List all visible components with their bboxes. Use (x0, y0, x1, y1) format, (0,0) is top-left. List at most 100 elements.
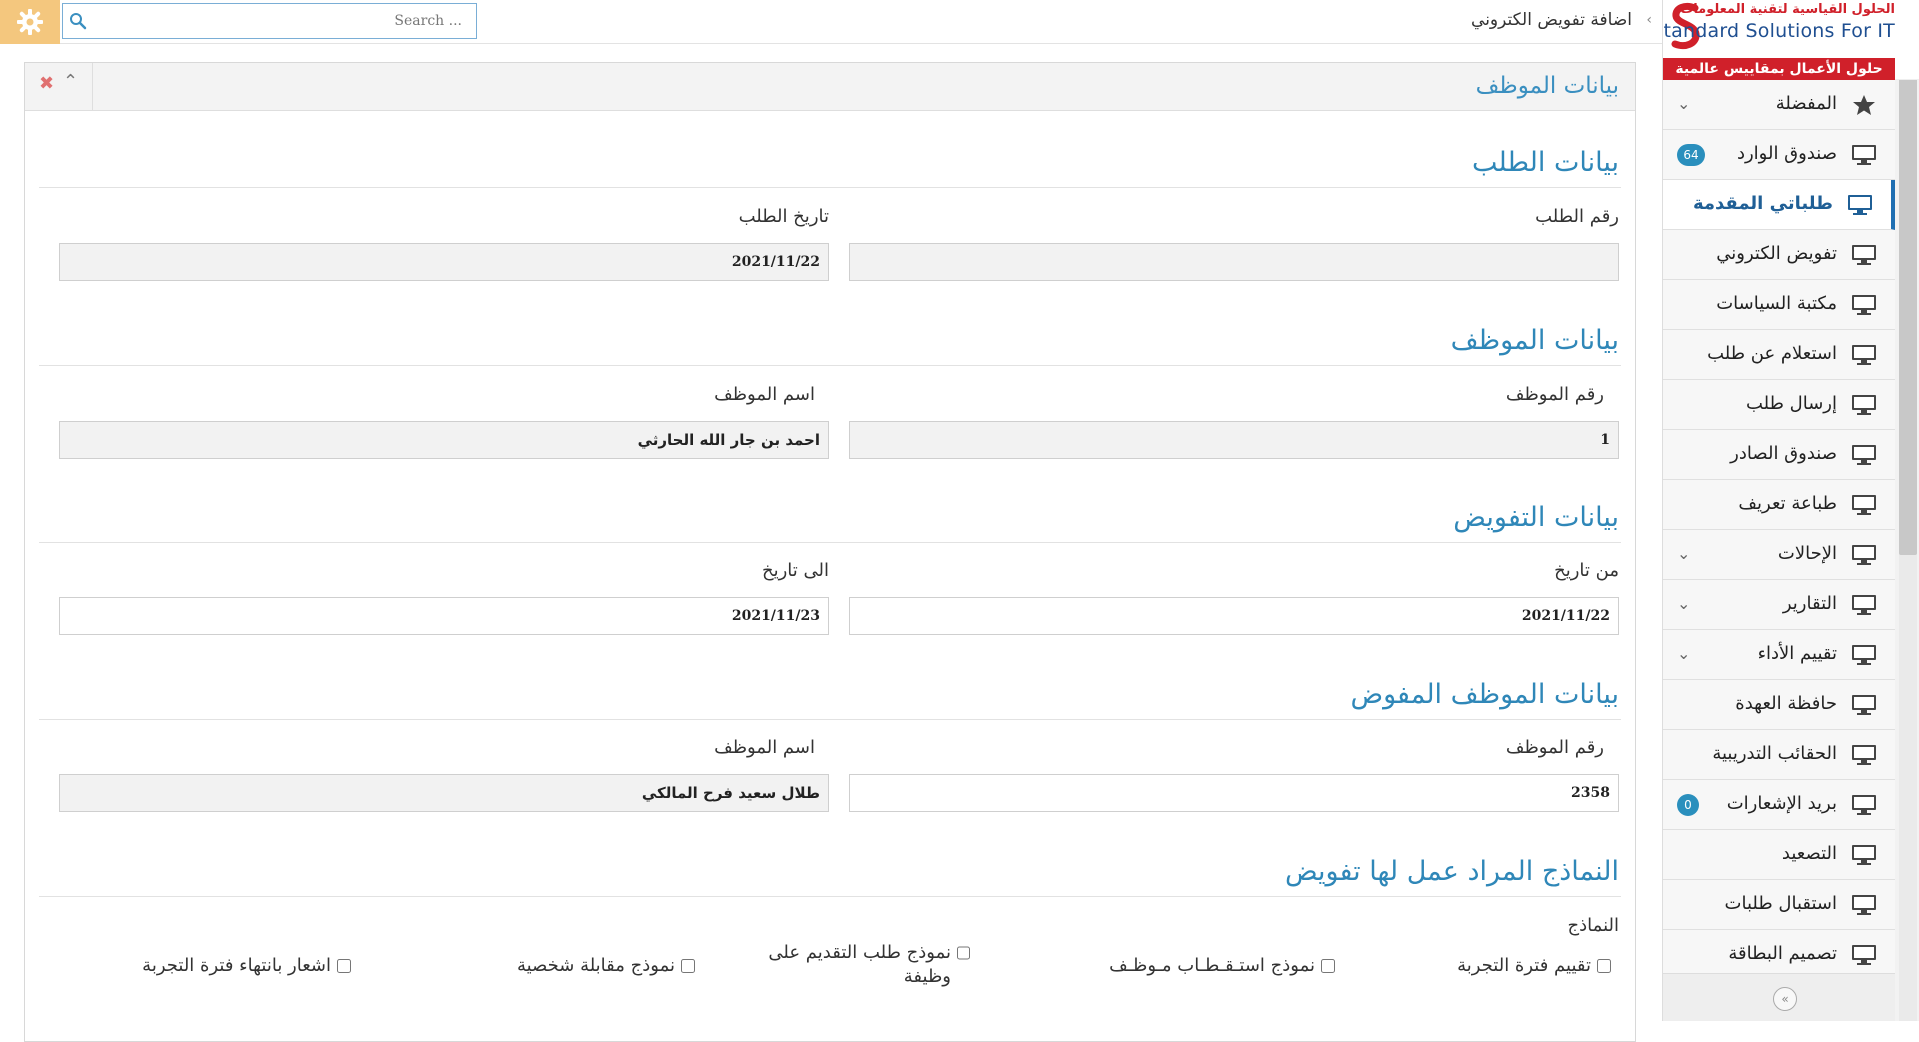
sidebar-item-label: الحقائب التدريبية (1712, 743, 1837, 764)
from-date-label: من تاريخ (1554, 560, 1619, 581)
sidebar-item-my-requests[interactable]: طلباتي المقدمة (1663, 180, 1895, 230)
star-icon (1853, 95, 1875, 115)
monitor-icon (1852, 945, 1876, 965)
panel-tools: ✖ ⌃ (25, 63, 93, 111)
monitor-icon (1852, 395, 1876, 415)
sidebar-item-label: التقارير (1782, 593, 1837, 614)
request-no-label: رقم الطلب (1535, 206, 1619, 227)
chevron-down-icon[interactable]: ⌄ (1677, 544, 1690, 563)
section-divider (39, 187, 1621, 188)
form-checkbox-probation-evaluation[interactable]: تقييم فترة التجربة (1457, 954, 1611, 978)
sidebar-item-label: بريد الإشعارات (1726, 793, 1837, 814)
employee-name-label: اسم الموظف (714, 384, 815, 405)
section-divider (39, 719, 1621, 720)
sidebar-item-label: تصميم البطاقة (1728, 943, 1837, 964)
checkbox[interactable] (957, 946, 970, 960)
sidebar-item-label: تفويض الكتروني (1716, 243, 1837, 264)
sidebar-item-training[interactable]: الحقائب التدريبية (1663, 730, 1895, 780)
sidebar-item-label: استعلام عن طلب (1707, 343, 1837, 364)
count-badge: 0 (1677, 794, 1699, 816)
request-no-field[interactable] (849, 243, 1619, 281)
section-divider (39, 542, 1621, 543)
sidebar-item-e-delegation[interactable]: تفويض الكتروني (1663, 230, 1895, 280)
sidebar-item-print-certificate[interactable]: طباعة تعريف (1663, 480, 1895, 530)
sidebar-item-referrals[interactable]: الإحالات ⌄ (1663, 530, 1895, 580)
form-checkbox-probation-end-notice[interactable]: اشعار بانتهاء فترة التجربة (142, 954, 351, 978)
sidebar-footer: « (1663, 973, 1895, 1021)
search-input[interactable] (93, 4, 468, 38)
sidebar-item-notifications[interactable]: بريد الإشعارات 0 (1663, 780, 1895, 830)
sidebar-item-performance[interactable]: تقييم الأداء ⌄ (1663, 630, 1895, 680)
checkbox[interactable] (1321, 959, 1335, 973)
employee-no-field[interactable] (849, 421, 1619, 459)
close-icon[interactable]: ✖ (39, 73, 54, 94)
checkbox[interactable] (681, 959, 695, 973)
section-title-request: بيانات الطلب (1472, 147, 1619, 178)
monitor-icon (1852, 845, 1876, 865)
sidebar-item-inbox[interactable]: صندوق الوارد 64 (1663, 130, 1895, 180)
checkbox[interactable] (337, 959, 351, 973)
collapse-sidebar-icon[interactable]: « (1773, 987, 1797, 1011)
sidebar-item-send-request[interactable]: إرسال طلب (1663, 380, 1895, 430)
panel-title: بيانات الموظف (1475, 73, 1619, 99)
checkbox-label: تقييم فترة التجربة (1457, 955, 1591, 976)
section-title-forms: النماذج المراد عمل لها تفويض (1284, 856, 1619, 887)
monitor-icon (1852, 595, 1876, 615)
checkbox[interactable] (1597, 959, 1611, 973)
checkbox-label: نموذج استـقـطـاب مـوظـف (1109, 955, 1315, 976)
forms-label: النماذج (1567, 915, 1619, 936)
sidebar-item-outbox[interactable]: صندوق الصادر (1663, 430, 1895, 480)
sidebar-item-receive-requests[interactable]: استقبال طلبات (1663, 880, 1895, 930)
employee-panel: بيانات الموظف ✖ ⌃ بيانات الطلب رقم الطلب… (24, 62, 1636, 1042)
chevron-down-icon[interactable]: ⌄ (1677, 94, 1690, 113)
monitor-icon (1852, 745, 1876, 765)
panel-header: بيانات الموظف ✖ ⌃ (25, 63, 1635, 111)
sidebar-item-label: صندوق الوارد (1736, 143, 1837, 164)
form-checkbox-recruitment[interactable]: نموذج استـقـطـاب مـوظـف (1109, 954, 1335, 978)
request-date-field[interactable] (59, 243, 829, 281)
sidebar-item-label: حافظة العهدة (1735, 693, 1837, 714)
chevron-up-icon[interactable]: ⌃ (63, 71, 78, 92)
sidebar-nav: المفضلة ⌄ صندوق الوارد 64 طلباتي المقدمة… (1663, 80, 1895, 980)
form-checkbox-job-application[interactable]: نموذج طلب التقديم على وظيفة (750, 941, 970, 989)
sidebar-item-escalation[interactable]: التصعيد (1663, 830, 1895, 880)
brand-english-name: Standard Solutions For IT (1662, 20, 1895, 42)
sidebar-item-favorites[interactable]: المفضلة ⌄ (1663, 80, 1895, 130)
search-icon[interactable] (69, 12, 87, 30)
search-box (62, 3, 477, 39)
from-date-field[interactable] (849, 597, 1619, 635)
sidebar-item-label: صندوق الصادر (1730, 443, 1837, 464)
monitor-icon (1852, 295, 1876, 315)
delegate-no-field[interactable] (849, 774, 1619, 812)
sidebar-item-label: المفضلة (1775, 93, 1837, 114)
form-checkbox-interview[interactable]: نموذج مقابلة شخصية (517, 954, 695, 978)
sidebar: الحلول القياسية لتقنية المعلومات Standar… (1662, 0, 1919, 1021)
sidebar-item-request-inquiry[interactable]: استعلام عن طلب (1663, 330, 1895, 380)
monitor-icon (1852, 795, 1876, 815)
brand-logo[interactable]: الحلول القياسية لتقنية المعلومات Standar… (1663, 0, 1919, 80)
monitor-icon (1852, 695, 1876, 715)
section-title-employee: بيانات الموظف (1450, 325, 1619, 356)
section-divider (39, 896, 1621, 897)
sidebar-item-reports[interactable]: التقارير ⌄ (1663, 580, 1895, 630)
monitor-icon (1852, 645, 1876, 665)
sidebar-item-custody[interactable]: حافظة العهدة (1663, 680, 1895, 730)
checkbox-label: نموذج طلب التقديم على وظيفة (768, 942, 951, 987)
sidebar-item-label: إرسال طلب (1745, 393, 1837, 414)
chevron-down-icon[interactable]: ⌄ (1677, 594, 1690, 613)
breadcrumb: اضافة تفويض الكتروني (1471, 10, 1632, 30)
monitor-icon (1852, 545, 1876, 565)
chevron-down-icon[interactable]: ⌄ (1677, 644, 1690, 663)
monitor-icon (1852, 895, 1876, 915)
checkbox-label: اشعار بانتهاء فترة التجربة (142, 955, 331, 976)
sidebar-item-label: طلباتي المقدمة (1692, 193, 1833, 214)
monitor-icon (1848, 195, 1872, 215)
settings-button[interactable] (0, 0, 60, 44)
section-title-delegate: بيانات الموظف المفوض (1350, 679, 1619, 710)
delegate-name-field[interactable] (59, 774, 829, 812)
sidebar-item-policy-library[interactable]: مكتبة السياسات (1663, 280, 1895, 330)
employee-name-field[interactable] (59, 421, 829, 459)
monitor-icon (1852, 445, 1876, 465)
to-date-field[interactable] (59, 597, 829, 635)
sidebar-scrollbar[interactable] (1899, 40, 1917, 555)
